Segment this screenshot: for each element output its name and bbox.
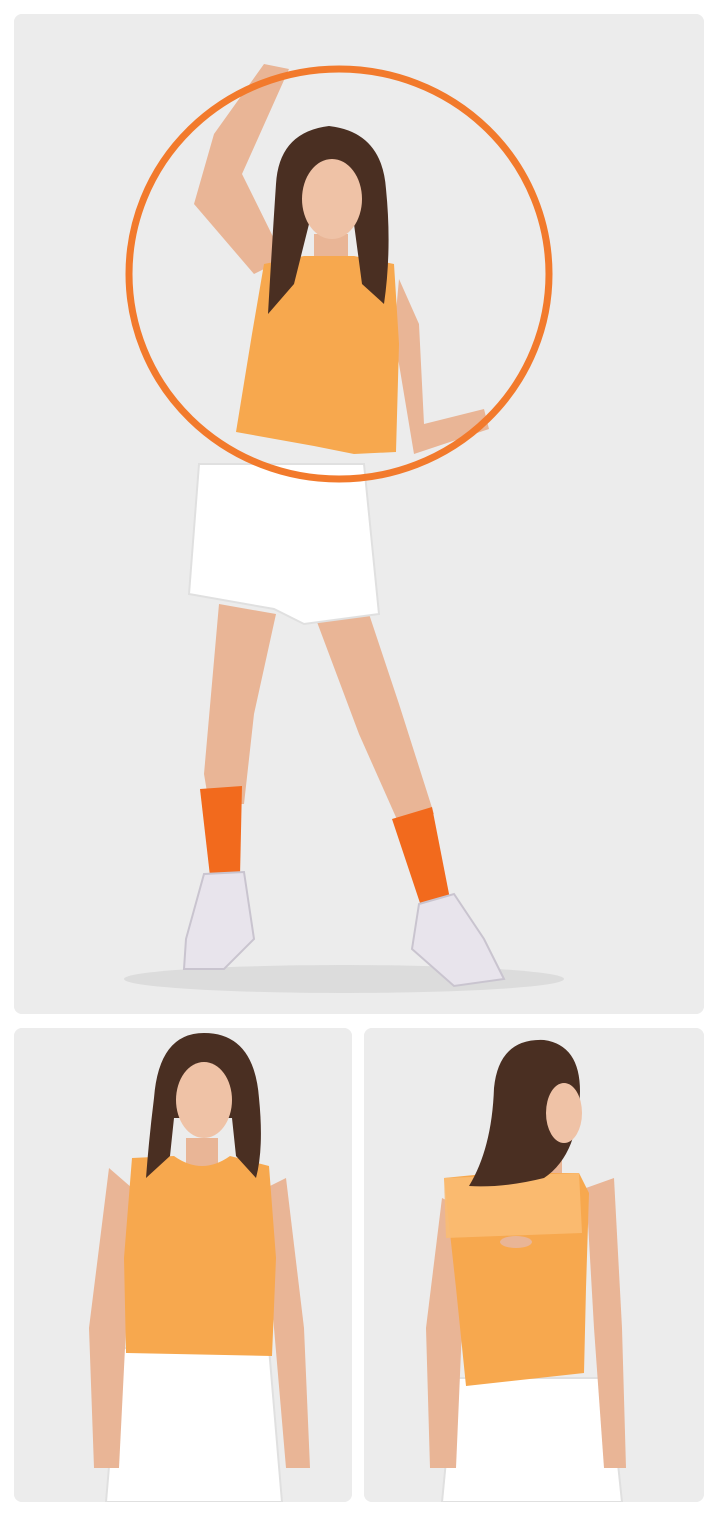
white-shorts — [187, 463, 381, 626]
front-tank-top — [124, 1156, 276, 1356]
front-white-shorts — [104, 1347, 284, 1502]
front-view-photo — [14, 1028, 352, 1502]
front-illustration — [14, 1028, 352, 1502]
face — [302, 159, 362, 239]
front-face — [176, 1062, 232, 1138]
back-view-photo — [364, 1028, 704, 1502]
hero-illustration — [14, 14, 704, 1014]
back-white-shorts — [440, 1377, 624, 1502]
back-illustration — [364, 1028, 704, 1502]
back-keyhole-cutout — [500, 1236, 532, 1248]
back-face-profile — [546, 1083, 582, 1143]
hero-photo-full-body — [14, 14, 704, 1014]
